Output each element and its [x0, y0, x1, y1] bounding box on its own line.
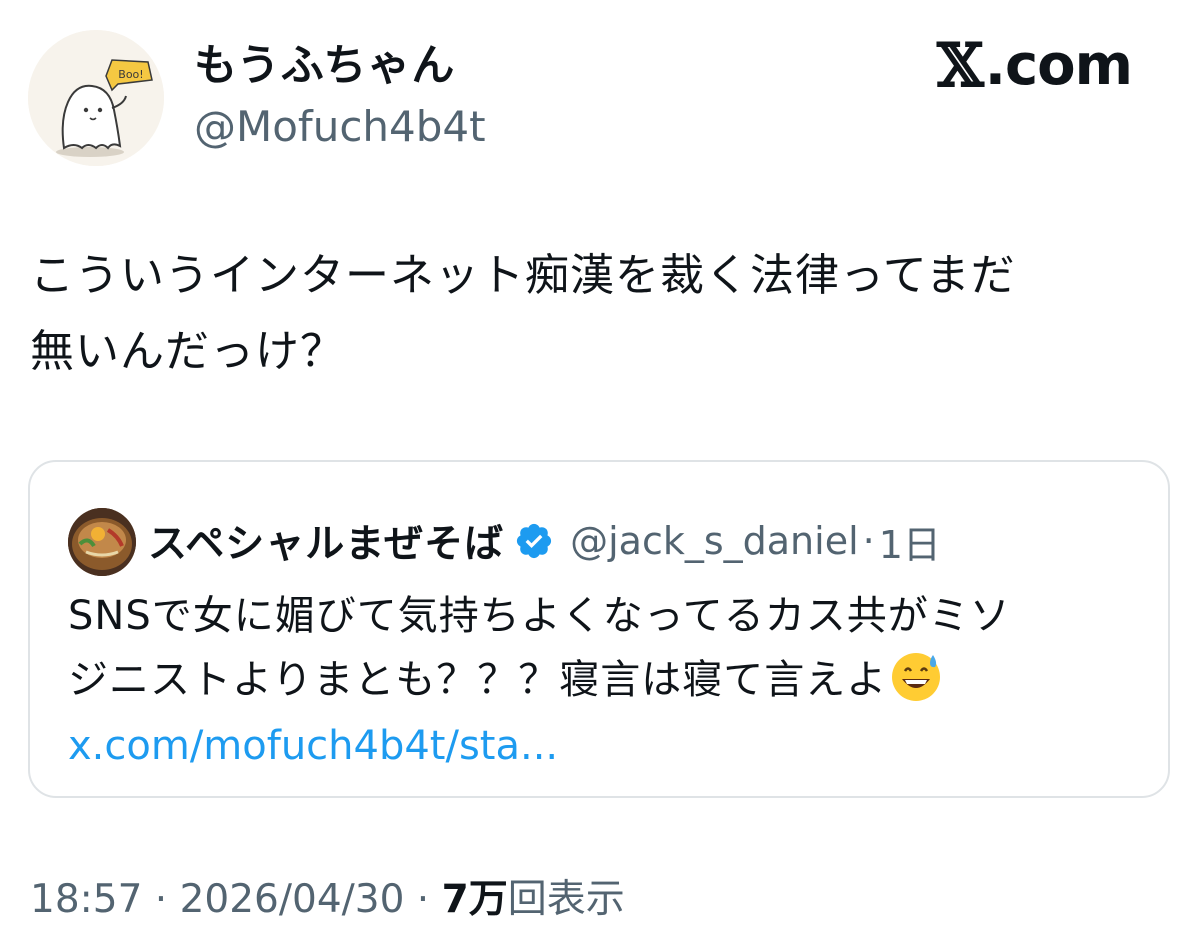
quoted-display-name[interactable]: スペシャルまぜそば: [148, 513, 504, 569]
quoted-tweet-link[interactable]: x.com/mofuch4b4t/sta...: [68, 714, 558, 778]
quoted-handle[interactable]: @jack_s_daniel: [570, 519, 859, 563]
author-display-name[interactable]: もうふちゃん: [194, 38, 455, 94]
views-count[interactable]: 7万: [442, 877, 508, 922]
tweet-time[interactable]: 18:57: [30, 877, 142, 922]
author-avatar[interactable]: Boo!: [28, 30, 164, 166]
quoted-tweet-text: SNSで女に媚びて気持ちよくなってるカス共がミソ ジニストよりまとも？？？寝言は…: [68, 584, 1148, 712]
meta-separator: ·: [404, 877, 442, 922]
x-brand-logo: 𝕏 .com: [937, 31, 1133, 101]
author-handle[interactable]: @Mofuch4b4t: [194, 100, 486, 154]
avatar-badge-text: Boo!: [118, 68, 143, 81]
quoted-tweet-header: スペシャルまぜそば @jack_s_daniel · 1日: [148, 510, 941, 572]
tweet-text: こういうインターネット痴漢を裁く法律ってまだ 無いんだっけ？: [30, 250, 1016, 377]
quoted-separator: ·: [862, 519, 875, 563]
quoted-tweet-text-body: SNSで女に媚びて気持ちよくなってるカス共がミソ ジニストよりまとも？？？寝言は…: [68, 593, 1011, 703]
quoted-timestamp[interactable]: 1日: [879, 514, 941, 569]
tweet-meta: 18:57 · 2026/04/30 · 7万回表示: [30, 872, 625, 928]
brand-domain-label: .com: [984, 33, 1133, 98]
quoted-author-avatar[interactable]: [68, 508, 136, 576]
x-logo-icon: 𝕏: [937, 31, 984, 101]
noodle-bowl-avatar-icon: [68, 508, 136, 576]
quoted-tweet-card[interactable]: スペシャルまぜそば @jack_s_daniel · 1日 SNSで女に媚びて気…: [28, 460, 1170, 798]
ghost-avatar-icon: Boo!: [28, 30, 164, 166]
views-label[interactable]: 回表示: [508, 877, 625, 922]
meta-separator: ·: [142, 877, 180, 922]
verified-badge-icon: [514, 521, 554, 561]
tweet-date[interactable]: 2026/04/30: [180, 877, 405, 922]
grinning-sweat-emoji-icon: [889, 649, 943, 703]
